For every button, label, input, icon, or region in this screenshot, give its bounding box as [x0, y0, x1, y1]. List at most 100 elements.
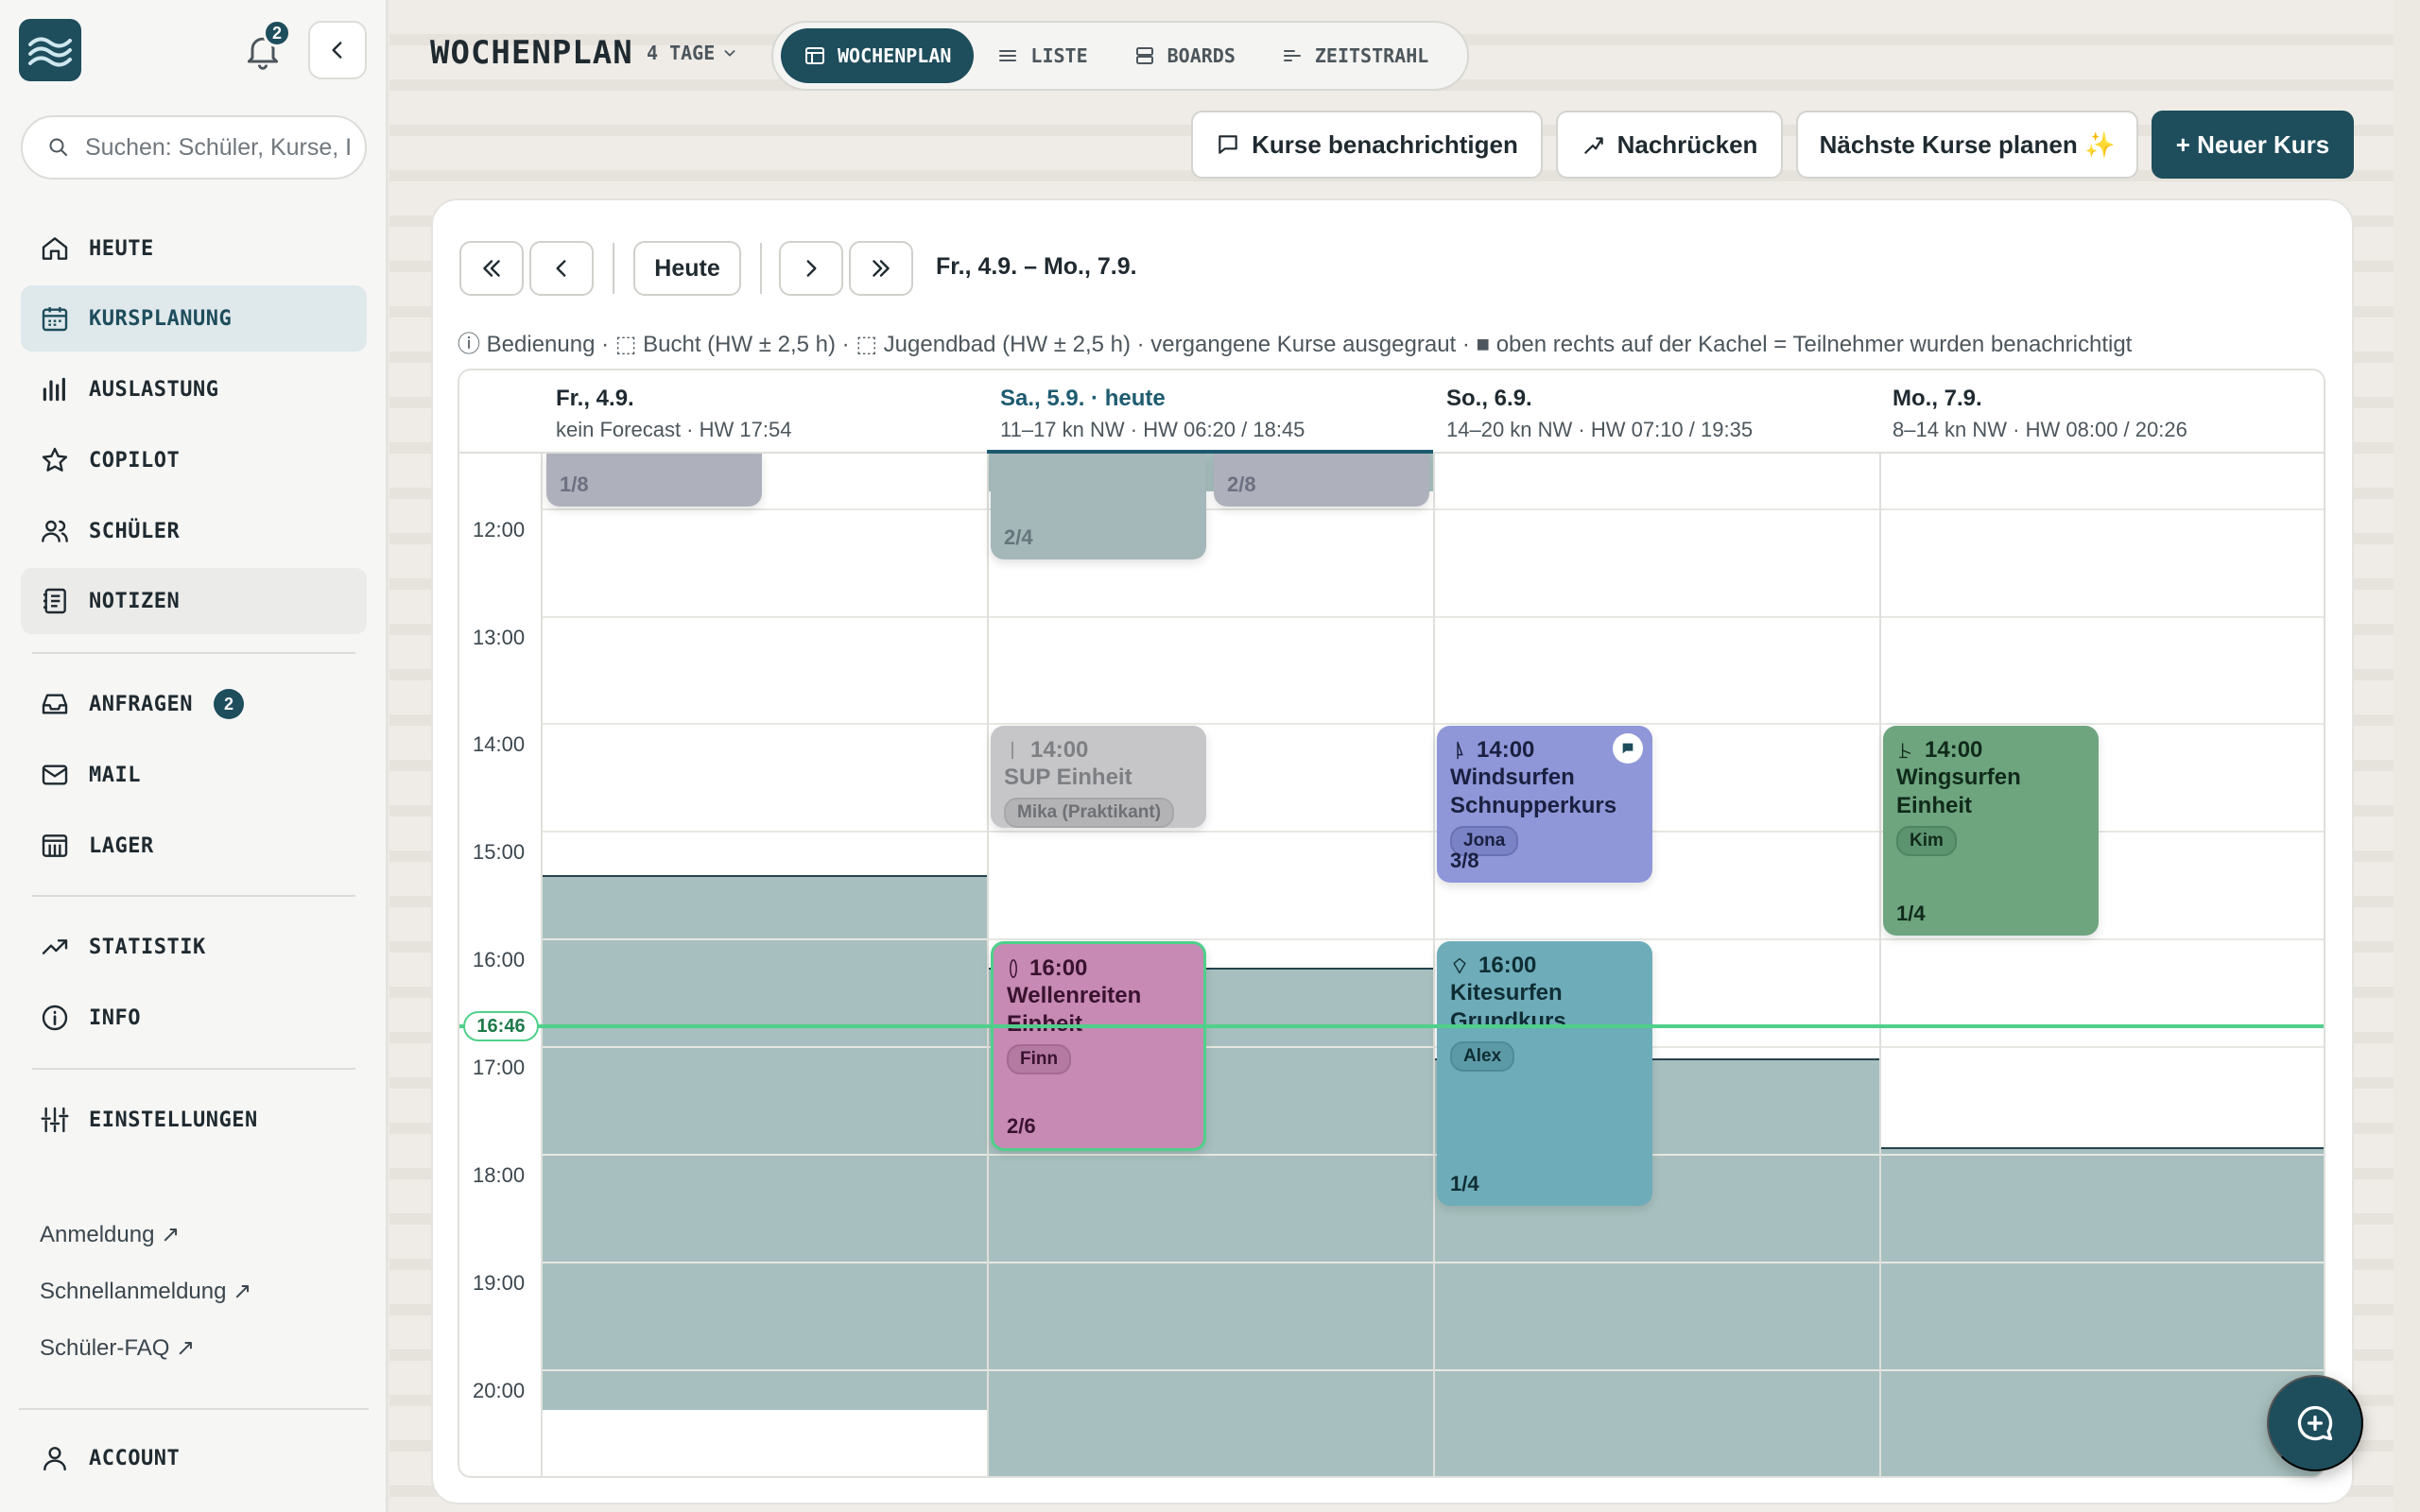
sidebar-item-label: COPILOT — [89, 448, 181, 472]
kite-icon — [1453, 957, 1466, 974]
coach-chip: Finn — [1007, 1044, 1072, 1074]
sidebar-divider — [32, 1068, 355, 1070]
day-header[interactable]: So., 6.9. 14–20 kn NW · HW 07:10 / 19:35 — [1433, 370, 1879, 454]
course-time-row: 14:00 — [1004, 737, 1193, 764]
day-forecast: 8–14 kn NW · HW 08:00 / 20:26 — [1893, 418, 2187, 441]
sidebar-item-einstellungen[interactable]: EINSTELLUNGEN — [21, 1087, 367, 1153]
sidebar-item-auslastung[interactable]: AUSLASTUNG — [21, 356, 367, 422]
next-button[interactable] — [779, 241, 843, 296]
sidebar-item-heute[interactable]: HEUTE — [21, 215, 367, 282]
sidebar-item-label: ANFRAGEN — [89, 692, 193, 716]
previous-button[interactable] — [529, 241, 594, 296]
hour-label: 14:00 — [473, 732, 526, 756]
notify-courses-label: Kurse benachrichtigen — [1252, 129, 1518, 159]
new-course-button[interactable]: + Neuer Kurs — [2152, 111, 2354, 179]
trending-up-icon — [42, 939, 68, 954]
course-tile-past[interactable]: 2/8 — [1214, 454, 1429, 507]
sidebar-item-kursplanung[interactable]: KURSPLANUNG — [21, 285, 367, 352]
sidebar-item-label: SCHÜLER — [89, 519, 181, 543]
chevron-down-icon — [724, 50, 735, 57]
day-header[interactable]: Mo., 7.9. 8–14 kn NW · HW 08:00 / 20:26 — [1879, 370, 2324, 454]
sidebar-item-schueler[interactable]: SCHÜLER — [21, 498, 367, 564]
participant-count: 3/8 — [1450, 849, 1479, 872]
tab-boards[interactable]: BOARDS — [1111, 28, 1258, 83]
sidebar-item-notizen[interactable]: NOTIZEN — [21, 568, 367, 634]
course-tile-sup[interactable]: 14:00 SUP Einheit Mika (Praktikant) — [991, 726, 1206, 828]
day-header-today[interactable]: Sa., 5.9. · heute 11–17 kn NW · HW 06:20… — [987, 370, 1433, 454]
course-title: Windsurfen Schnupperkurs — [1450, 765, 1617, 818]
message-icon — [1622, 743, 1634, 754]
message-icon — [1219, 135, 1237, 154]
current-time-line — [459, 1024, 2324, 1028]
current-time-label: 16:46 — [463, 1011, 539, 1041]
timeline-icon — [1283, 50, 1301, 61]
day-title: Fr., 4.9. — [556, 386, 634, 411]
hour-label: 19:00 — [473, 1271, 526, 1295]
search-box[interactable] — [21, 115, 367, 180]
sidebar-item-mail[interactable]: MAIL — [21, 742, 367, 808]
schnellanmeldung-link[interactable]: Schnellanmeldung ↗ — [40, 1278, 251, 1305]
hour-label: 20:00 — [473, 1379, 526, 1402]
sliders-icon — [41, 1107, 69, 1133]
warehouse-icon — [42, 834, 68, 857]
hour-label: 16:00 — [473, 948, 526, 971]
days-select[interactable]: 4 TAGE — [647, 42, 737, 64]
sidebar-item-lager[interactable]: LAGER — [21, 813, 367, 879]
search-input[interactable] — [85, 133, 359, 162]
coach-chip: Mika (Praktikant) — [1004, 798, 1175, 828]
chevron-left-icon — [332, 42, 342, 59]
course-tile-wingsurfen[interactable]: 14:00 Wingsurfen Einheit Kim 1/4 — [1883, 726, 2099, 936]
tab-liste[interactable]: LISTE — [974, 28, 1110, 83]
tab-zeitstrahl[interactable]: ZEITSTRAHL — [1258, 28, 1451, 83]
chevron-left-icon — [556, 260, 566, 277]
date-range-label: Fr., 4.9. – Mo., 7.9. — [936, 253, 1137, 280]
column-divider — [1433, 370, 1435, 1476]
sidebar-item-info[interactable]: INFO — [21, 985, 367, 1051]
tab-wochenplan[interactable]: WOCHENPLAN — [781, 28, 975, 83]
sidebar-item-label: HEUTE — [89, 236, 154, 261]
sail-icon — [1457, 741, 1463, 760]
course-tile-windsurfen[interactable]: 14:00 Windsurfen Schnupperkurs Jona 3/8 — [1437, 726, 1652, 883]
course-time-row: 16:00 — [1007, 955, 1190, 982]
sidebar-item-label: KURSPLANUNG — [89, 306, 233, 331]
day-header[interactable]: Fr., 4.9. kein Forecast · HW 17:54 — [543, 370, 987, 454]
sidebar-item-copilot[interactable]: COPILOT — [21, 427, 367, 493]
wave-logo-icon — [28, 37, 72, 67]
anmeldung-link[interactable]: Anmeldung ↗ — [40, 1221, 180, 1248]
tab-label: BOARDS — [1167, 44, 1236, 67]
chevrons-left-icon — [483, 260, 500, 277]
chat-plus-icon — [2297, 1405, 2333, 1441]
days-select-value: 4 TAGE — [647, 42, 716, 64]
app-logo[interactable] — [19, 19, 81, 81]
participant-count: 1/4 — [1896, 902, 1926, 925]
course-tile-kitesurfen[interactable]: 16:00 Kitesurfen Grundkurs Alex 1/4 — [1437, 941, 1652, 1206]
course-time-row: 16:00 — [1450, 953, 1639, 979]
notified-indicator — [1613, 733, 1643, 764]
sidebar-item-account[interactable]: ACCOUNT — [21, 1425, 367, 1491]
advance-label: Nachrücken — [1616, 129, 1758, 159]
course-tile-past[interactable]: 2/4 — [991, 454, 1206, 559]
schueler-faq-link[interactable]: Schüler-FAQ ↗ — [40, 1334, 195, 1362]
day-title: Sa., 5.9. · heute — [1000, 386, 1166, 411]
advance-button[interactable]: Nachrücken — [1556, 111, 1783, 179]
chevrons-right-icon — [873, 260, 890, 277]
collapse-sidebar-button[interactable] — [308, 21, 367, 79]
jump-back-button[interactable] — [459, 241, 524, 296]
sidebar-item-anfragen[interactable]: ANFRAGEN 2 — [21, 671, 367, 737]
sidebar-item-label: LAGER — [89, 833, 154, 858]
notify-courses-button[interactable]: Kurse benachrichtigen — [1191, 111, 1543, 179]
course-tile-wellenreiten[interactable]: 16:00 Wellenreiten Einheit Finn 2/6 — [991, 941, 1206, 1151]
today-button[interactable]: Heute — [633, 241, 741, 296]
chat-assistant-button[interactable] — [2267, 1375, 2363, 1471]
advance-icon — [1583, 137, 1603, 154]
week-grid: Fr., 4.9. kein Forecast · HW 17:54 Sa., … — [458, 369, 2325, 1478]
plan-next-courses-button[interactable]: Nächste Kurse planen ✨ — [1796, 111, 2138, 179]
users-icon — [42, 520, 68, 542]
notes-icon — [43, 588, 66, 614]
page-title: WOCHENPLAN — [430, 34, 633, 72]
jump-forward-button[interactable] — [849, 241, 913, 296]
course-tile-past[interactable]: 1/8 — [546, 454, 762, 507]
home-icon — [42, 237, 68, 260]
toolbar-separator — [613, 243, 614, 294]
sidebar-item-statistik[interactable]: STATISTIK — [21, 914, 367, 980]
